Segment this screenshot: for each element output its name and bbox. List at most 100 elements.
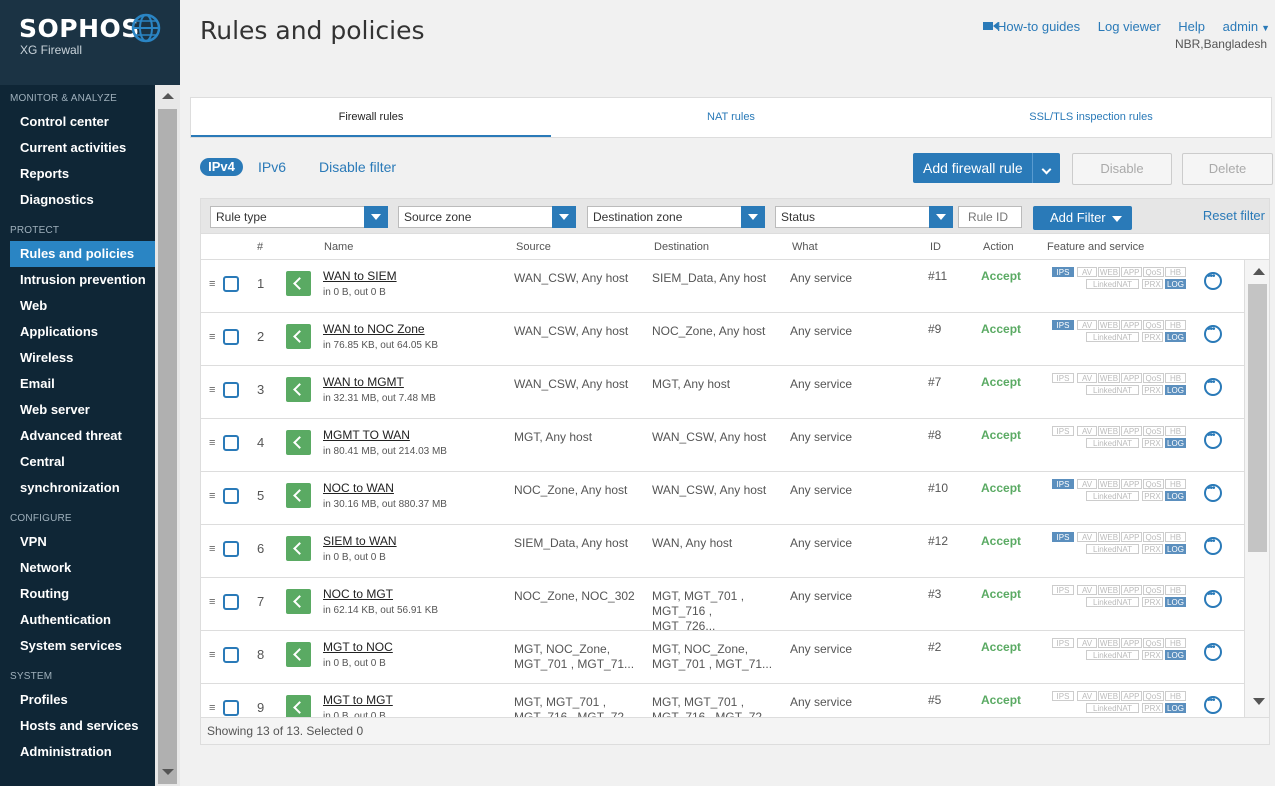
sidebar-item-diagnostics[interactable]: Diagnostics [10, 187, 155, 213]
row-checkbox[interactable] [223, 700, 239, 716]
more-options-icon[interactable] [1204, 589, 1222, 608]
table-row[interactable]: ≡ 8 MGT to NOC in 0 B, out 0 B MGT, NOC_Zone… [201, 631, 1244, 684]
more-options-icon[interactable] [1204, 324, 1222, 343]
sidebar-scrollbar[interactable] [155, 85, 180, 786]
add-filter-button[interactable]: Add Filter [1033, 206, 1132, 230]
rule-type-select[interactable]: Rule type [210, 206, 388, 228]
rule-name-link[interactable]: MGT to NOC [323, 640, 393, 654]
drag-handle-icon[interactable]: ≡ [209, 384, 215, 396]
scroll-thumb[interactable] [1248, 284, 1267, 552]
rule-id-input[interactable] [958, 206, 1022, 228]
logviewer-link[interactable]: Log viewer [1098, 19, 1161, 34]
sidebar-item-wireless[interactable]: Wireless [10, 345, 155, 371]
more-options-icon[interactable] [1204, 271, 1222, 290]
drag-handle-icon[interactable]: ≡ [209, 437, 215, 449]
row-checkbox[interactable] [223, 276, 239, 292]
drag-handle-icon[interactable]: ≡ [209, 649, 215, 661]
source-zone-select[interactable]: Source zone [398, 206, 576, 228]
tab-nat-rules[interactable]: NAT rules [551, 98, 911, 137]
sidebar-item-hosts-and-services[interactable]: Hosts and services [10, 713, 155, 739]
rule-name-link[interactable]: NOC to WAN [323, 481, 394, 495]
more-options-icon[interactable] [1204, 430, 1222, 449]
ipv6-toggle[interactable]: IPv6 [258, 159, 286, 175]
sidebar-item-intrusion-prevention[interactable]: Intrusion prevention [10, 267, 155, 293]
row-checkbox[interactable] [223, 382, 239, 398]
rule-destination: SIEM_Data, Any host [652, 271, 767, 285]
scroll-up-icon[interactable] [1253, 268, 1265, 275]
more-options-icon[interactable] [1204, 642, 1222, 661]
sidebar-item-routing[interactable]: Routing [10, 581, 155, 607]
feature-badge-prx: PRX [1142, 650, 1163, 660]
drag-handle-icon[interactable]: ≡ [209, 278, 215, 290]
add-rule-dropdown[interactable] [1032, 153, 1060, 183]
table-row[interactable]: ≡ 2 WAN to NOC Zone in 76.85 KB, out 64.05 … [201, 313, 1244, 366]
drag-handle-icon[interactable]: ≡ [209, 543, 215, 555]
table-row[interactable]: ≡ 3 WAN to MGMT in 32.31 MB, out 7.48 MB WAN… [201, 366, 1244, 419]
sidebar-item-administration[interactable]: Administration [10, 739, 155, 765]
row-checkbox[interactable] [223, 647, 239, 663]
sidebar-item-control-center[interactable]: Control center [10, 109, 155, 135]
sidebar-item-vpn[interactable]: VPN [10, 529, 155, 555]
more-options-icon[interactable] [1204, 483, 1222, 502]
sidebar-item-authentication[interactable]: Authentication [10, 607, 155, 633]
ipv4-toggle[interactable]: IPv4 [200, 158, 243, 176]
disable-filter-link[interactable]: Disable filter [319, 159, 396, 175]
scroll-down-icon[interactable] [162, 769, 174, 775]
table-row[interactable]: ≡ 7 NOC to MGT in 62.14 KB, out 56.91 KB NOC… [201, 578, 1244, 633]
more-options-icon[interactable] [1204, 536, 1222, 555]
more-options-icon[interactable] [1204, 695, 1222, 714]
table-scrollbar[interactable] [1244, 260, 1269, 717]
sidebar-item-current-activities[interactable]: Current activities [10, 135, 155, 161]
scroll-up-icon[interactable] [162, 93, 174, 99]
scroll-down-icon[interactable] [1253, 698, 1265, 705]
rule-source: MGT, NOC_Zone, MGT_701 , MGT_71... [514, 642, 635, 671]
drag-handle-icon[interactable]: ≡ [209, 702, 215, 714]
row-checkbox[interactable] [223, 329, 239, 345]
rule-name-link[interactable]: NOC to MGT [323, 587, 393, 601]
more-options-icon[interactable] [1204, 377, 1222, 396]
table-row[interactable]: ≡ 1 WAN to SIEM in 0 B, out 0 B WAN_CSW, Any… [201, 260, 1244, 313]
rule-number: 8 [257, 647, 265, 662]
status-select[interactable]: Status [775, 206, 953, 228]
tab-ssl-inspection-rules[interactable]: SSL/TLS inspection rules [911, 98, 1271, 137]
table-row[interactable]: ≡ 5 NOC to WAN in 30.16 MB, out 880.37 MB NO… [201, 472, 1244, 525]
rule-name-link[interactable]: WAN to SIEM [323, 269, 397, 283]
sidebar-item-reports[interactable]: Reports [10, 161, 155, 187]
rule-name-link[interactable]: WAN to MGMT [323, 375, 404, 389]
table-row[interactable]: ≡ 4 MGMT TO WAN in 80.41 MB, out 214.03 MB M… [201, 419, 1244, 472]
row-checkbox[interactable] [223, 594, 239, 610]
sidebar-item-rules-and-policies[interactable]: Rules and policies [10, 241, 155, 267]
sidebar-item-web-server[interactable]: Web server [10, 397, 155, 423]
sidebar-item-profiles[interactable]: Profiles [10, 687, 155, 713]
sidebar-item-central[interactable]: Central [10, 449, 155, 475]
rule-name-link[interactable]: MGMT TO WAN [323, 428, 410, 442]
drag-handle-icon[interactable]: ≡ [209, 596, 215, 608]
tab-firewall-rules[interactable]: Firewall rules [191, 98, 551, 137]
sidebar-item-applications[interactable]: Applications [10, 319, 155, 345]
rule-name-link[interactable]: WAN to NOC Zone [323, 322, 425, 336]
table-row[interactable]: ≡ 9 MGT to MGT in 0 B, out 0 B MGT, MGT_701 … [201, 684, 1244, 717]
row-checkbox[interactable] [223, 488, 239, 504]
sidebar-item-synchronization[interactable]: synchronization [10, 475, 155, 501]
drag-handle-icon[interactable]: ≡ [209, 331, 215, 343]
sidebar-item-network[interactable]: Network [10, 555, 155, 581]
delete-button[interactable]: Delete [1182, 153, 1273, 185]
add-firewall-rule-button[interactable]: Add firewall rule [913, 153, 1060, 183]
scroll-thumb[interactable] [158, 109, 177, 784]
help-link[interactable]: Help [1178, 19, 1205, 34]
sidebar-item-email[interactable]: Email [10, 371, 155, 397]
rule-name-link[interactable]: SIEM to WAN [323, 534, 397, 548]
sidebar-item-advanced-threat[interactable]: Advanced threat [10, 423, 155, 449]
sidebar-item-system-services[interactable]: System services [10, 633, 155, 659]
drag-handle-icon[interactable]: ≡ [209, 490, 215, 502]
reset-filter-link[interactable]: Reset filter [1203, 208, 1265, 223]
disable-button[interactable]: Disable [1072, 153, 1172, 185]
rule-name-link[interactable]: MGT to MGT [323, 693, 393, 707]
user-menu[interactable]: admin ▼ [1223, 19, 1270, 34]
table-row[interactable]: ≡ 6 SIEM to WAN in 0 B, out 0 B SIEM_Data, A… [201, 525, 1244, 578]
row-checkbox[interactable] [223, 541, 239, 557]
howto-link[interactable]: How-to guides [983, 19, 1080, 34]
sidebar-item-web[interactable]: Web [10, 293, 155, 319]
row-checkbox[interactable] [223, 435, 239, 451]
destination-zone-select[interactable]: Destination zone [587, 206, 765, 228]
